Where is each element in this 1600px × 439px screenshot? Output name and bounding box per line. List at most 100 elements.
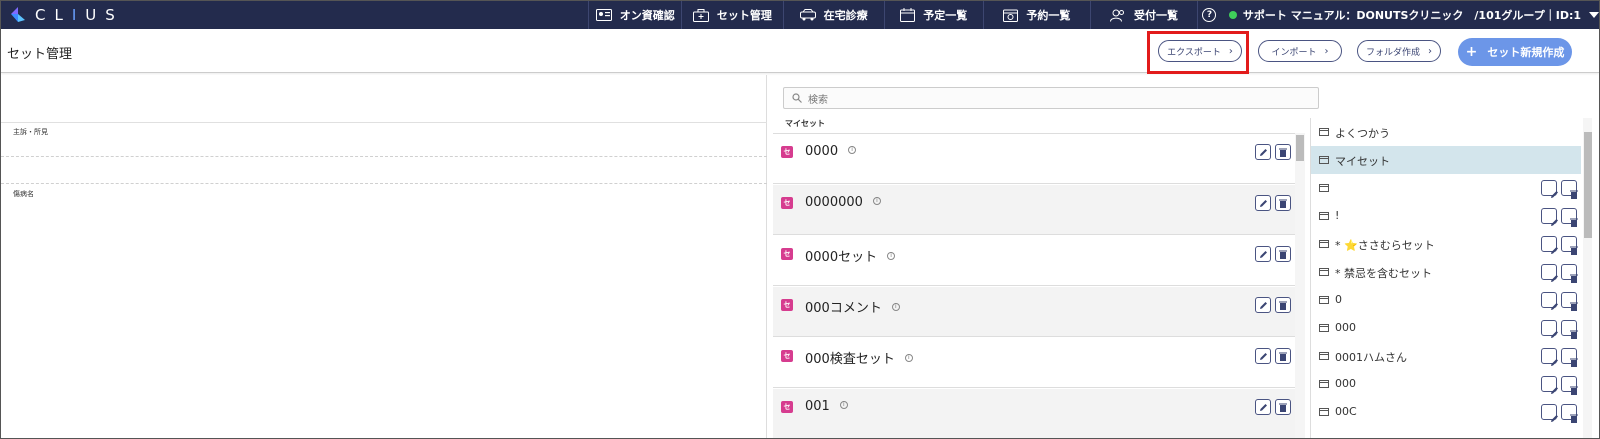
nav-oncheck[interactable]: オン資確認	[588, 1, 681, 29]
info-icon[interactable]: i	[904, 353, 913, 362]
edit-button[interactable]	[1255, 348, 1271, 364]
delete-button[interactable]	[1561, 320, 1578, 339]
info-icon[interactable]: i	[839, 400, 848, 409]
set-name: 000検査セット	[805, 352, 895, 367]
delete-button[interactable]	[1561, 404, 1578, 423]
import-button[interactable]: インポート ›	[1258, 40, 1342, 62]
folder-list-panel: よくつかう マイセット ! * ⭐ささむらセット * 禁忌を含むセット 0 00…	[1310, 118, 1592, 438]
info-icon[interactable]: i	[891, 302, 900, 311]
delete-button[interactable]	[1275, 246, 1291, 262]
folder-icon	[1319, 380, 1329, 388]
folder-item[interactable]	[1311, 174, 1581, 202]
scrollbar-thumb[interactable]	[1584, 132, 1592, 238]
folder-item[interactable]: * 禁忌を含むセット	[1311, 258, 1581, 286]
edit-button[interactable]	[1541, 236, 1558, 254]
trash-icon	[1570, 190, 1578, 199]
info-icon[interactable]: i	[872, 196, 881, 205]
edit-button[interactable]	[1541, 376, 1558, 394]
delete-button[interactable]	[1561, 264, 1578, 283]
logo[interactable]: CLIUS	[1, 1, 588, 29]
edit-button[interactable]	[1541, 180, 1558, 198]
scrollbar-thumb[interactable]	[1296, 135, 1304, 161]
set-editor-panel: 主訴・所見 傷病名	[1, 75, 767, 438]
delete-button[interactable]	[1561, 348, 1578, 367]
nav-set-management[interactable]: セット管理	[681, 1, 782, 29]
folder-item[interactable]: 0001ハムさん	[1311, 342, 1581, 370]
calendar-icon	[900, 8, 916, 22]
pencil-icon	[1551, 191, 1558, 198]
chevron-right-icon: ›	[1428, 45, 1432, 57]
trash-icon	[1570, 218, 1578, 227]
nav-home-care[interactable]: 在宅診療	[782, 1, 884, 29]
search-input[interactable]: 検索	[783, 87, 1319, 109]
set-row[interactable]: セ 0000セット i	[773, 236, 1305, 286]
folder-item[interactable]: 0	[1311, 286, 1581, 314]
delete-button[interactable]	[1561, 236, 1578, 255]
trash-icon	[1570, 302, 1578, 311]
nav-reservation-list[interactable]: 予約一覧	[982, 1, 1090, 29]
delete-button[interactable]	[1275, 195, 1291, 211]
pencil-icon	[1551, 387, 1558, 394]
folder-item[interactable]: !	[1311, 202, 1581, 230]
folder-list-scrollbar[interactable]	[1583, 118, 1592, 438]
set-row[interactable]: セ 000検査セット i	[773, 338, 1305, 388]
chevron-down-icon	[1589, 12, 1599, 18]
trash-icon	[1570, 414, 1578, 423]
delete-button[interactable]	[1275, 399, 1291, 415]
set-row[interactable]: セ 001 i	[773, 389, 1305, 438]
edit-button[interactable]	[1541, 292, 1558, 310]
trash-icon	[1570, 274, 1578, 283]
edit-button[interactable]	[1255, 144, 1271, 160]
nav-schedule-list[interactable]: 予定一覧	[883, 1, 983, 29]
edit-button[interactable]	[1255, 297, 1271, 313]
folder-item[interactable]: 000	[1311, 370, 1581, 398]
trash-icon	[1279, 199, 1287, 208]
folder-icon	[1319, 212, 1329, 220]
edit-button[interactable]	[1255, 399, 1271, 415]
edit-button[interactable]	[1255, 195, 1271, 211]
pencil-icon	[1259, 352, 1267, 360]
clius-logo-icon	[9, 6, 27, 24]
delete-button[interactable]	[1561, 180, 1578, 199]
delete-button[interactable]	[1561, 208, 1578, 227]
delete-button[interactable]	[1275, 297, 1291, 313]
online-status-icon	[1228, 11, 1237, 19]
trash-icon	[1279, 352, 1287, 361]
pencil-icon	[1259, 301, 1267, 309]
create-folder-button[interactable]: フォルダ作成 ›	[1357, 40, 1441, 62]
folder-item-selected[interactable]: マイセット	[1311, 146, 1581, 174]
set-row[interactable]: セ 0000 i	[773, 134, 1305, 184]
set-list-scrollbar[interactable]	[1295, 133, 1305, 438]
pencil-icon	[1551, 247, 1558, 254]
edit-button[interactable]	[1541, 404, 1558, 422]
edit-button[interactable]	[1541, 348, 1558, 366]
nav-reception-list[interactable]: 受付一覧	[1089, 1, 1197, 29]
set-row[interactable]: セ 0000000 i	[773, 185, 1305, 235]
new-set-button[interactable]: + セット新規作成	[1458, 38, 1572, 66]
edit-button[interactable]	[1541, 320, 1558, 338]
set-badge-icon: セ	[781, 146, 793, 158]
delete-button[interactable]	[1561, 376, 1578, 395]
divider	[1, 183, 767, 184]
delete-button[interactable]	[1275, 348, 1291, 364]
help-button[interactable]: ?	[1197, 1, 1221, 29]
pencil-icon	[1259, 148, 1267, 156]
trash-icon	[1570, 330, 1578, 339]
set-name: 000コメント	[805, 301, 882, 316]
set-row[interactable]: セ 000コメント i	[773, 287, 1305, 337]
edit-button[interactable]	[1541, 264, 1558, 282]
car-icon	[799, 9, 816, 21]
edit-button[interactable]	[1255, 246, 1271, 262]
folder-item[interactable]: よくつかう	[1311, 118, 1581, 146]
info-icon[interactable]: i	[848, 145, 857, 154]
set-name: 0000	[805, 144, 839, 159]
delete-button[interactable]	[1561, 292, 1578, 311]
delete-button[interactable]	[1275, 144, 1291, 160]
set-badge-icon: セ	[781, 401, 793, 413]
edit-button[interactable]	[1541, 208, 1558, 226]
folder-item[interactable]: 00C	[1311, 398, 1581, 426]
account-status[interactable]: サポート マニュアル：DONUTSクリニック /101グループ｜ID:1	[1221, 1, 1599, 29]
folder-item[interactable]: * ⭐ささむらセット	[1311, 230, 1581, 258]
info-icon[interactable]: i	[887, 251, 896, 260]
folder-item[interactable]: 000	[1311, 314, 1581, 342]
